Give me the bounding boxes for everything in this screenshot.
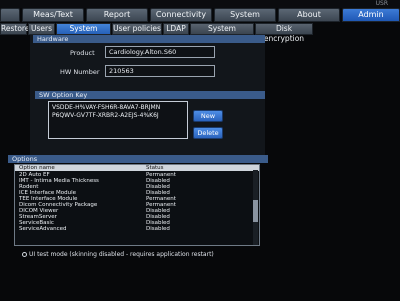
option-row[interactable]: ServiceAdvanced Disabled xyxy=(15,226,253,232)
tab-meas-text[interactable]: Meas/Text xyxy=(22,8,84,22)
option-key-line-2: P6QWV-GV7TF-XRBR2-A2EJS-4%K6J xyxy=(52,112,159,119)
option-key-line-1: VSDDE-H%VAY-FSH6R-8AVA7-BRJMN xyxy=(52,104,161,111)
hw-number-label: HW Number xyxy=(60,68,100,76)
ui-test-mode-label: UI test mode (skinning disabled - requir… xyxy=(29,251,214,258)
options-table[interactable]: Option name Status 2D Auto EF Permanent I… xyxy=(14,164,260,246)
hardware-header: Hardware xyxy=(33,35,265,43)
options-header: Options xyxy=(8,155,268,163)
tab-system[interactable]: System xyxy=(214,8,276,22)
delete-key-button[interactable]: Delete xyxy=(193,127,223,139)
options-table-header: Option name Status xyxy=(15,165,259,171)
sw-option-key-header: SW Option Key xyxy=(35,91,265,99)
product-label: Product xyxy=(70,49,95,57)
options-scrollbar[interactable] xyxy=(253,170,258,245)
tab-connectivity[interactable]: Connectivity xyxy=(150,8,212,22)
subtab-disk-encryption[interactable]: Disk encryption xyxy=(255,23,313,43)
hw-number-field[interactable]: 210563 xyxy=(105,65,215,77)
monitor-bezel xyxy=(0,0,400,8)
subtab-system-admin[interactable]: System Admin xyxy=(56,23,111,43)
options-scroll-thumb[interactable] xyxy=(253,200,258,222)
tab-partial[interactable] xyxy=(0,8,20,22)
ui-test-mode-radio[interactable] xyxy=(22,252,27,257)
main-tab-bar: Meas/Text Report Connectivity System Abo… xyxy=(0,8,400,22)
new-key-button[interactable]: New xyxy=(193,110,223,122)
subtab-restore[interactable]: Restore xyxy=(0,23,29,35)
user-label: USR xyxy=(375,0,388,7)
tab-admin[interactable]: Admin xyxy=(342,8,400,22)
sub-tab-bar: Restore Users System Admin User policies… xyxy=(0,23,400,43)
column-option-name: Option name xyxy=(19,165,55,171)
subtab-users[interactable]: Users xyxy=(28,23,55,35)
subtab-user-policies[interactable]: User policies xyxy=(112,23,162,35)
tab-report[interactable]: Report xyxy=(86,8,148,22)
column-status: Status xyxy=(146,165,164,171)
tab-about[interactable]: About xyxy=(278,8,340,22)
option-key-textarea[interactable]: VSDDE-H%VAY-FSH6R-8AVA7-BRJMN P6QWV-GV7T… xyxy=(48,101,188,139)
subtab-system-password[interactable]: System password xyxy=(190,23,254,43)
product-field[interactable]: Cardiology.Alton.S60 xyxy=(105,46,215,58)
subtab-ldap[interactable]: LDAP xyxy=(163,23,189,35)
